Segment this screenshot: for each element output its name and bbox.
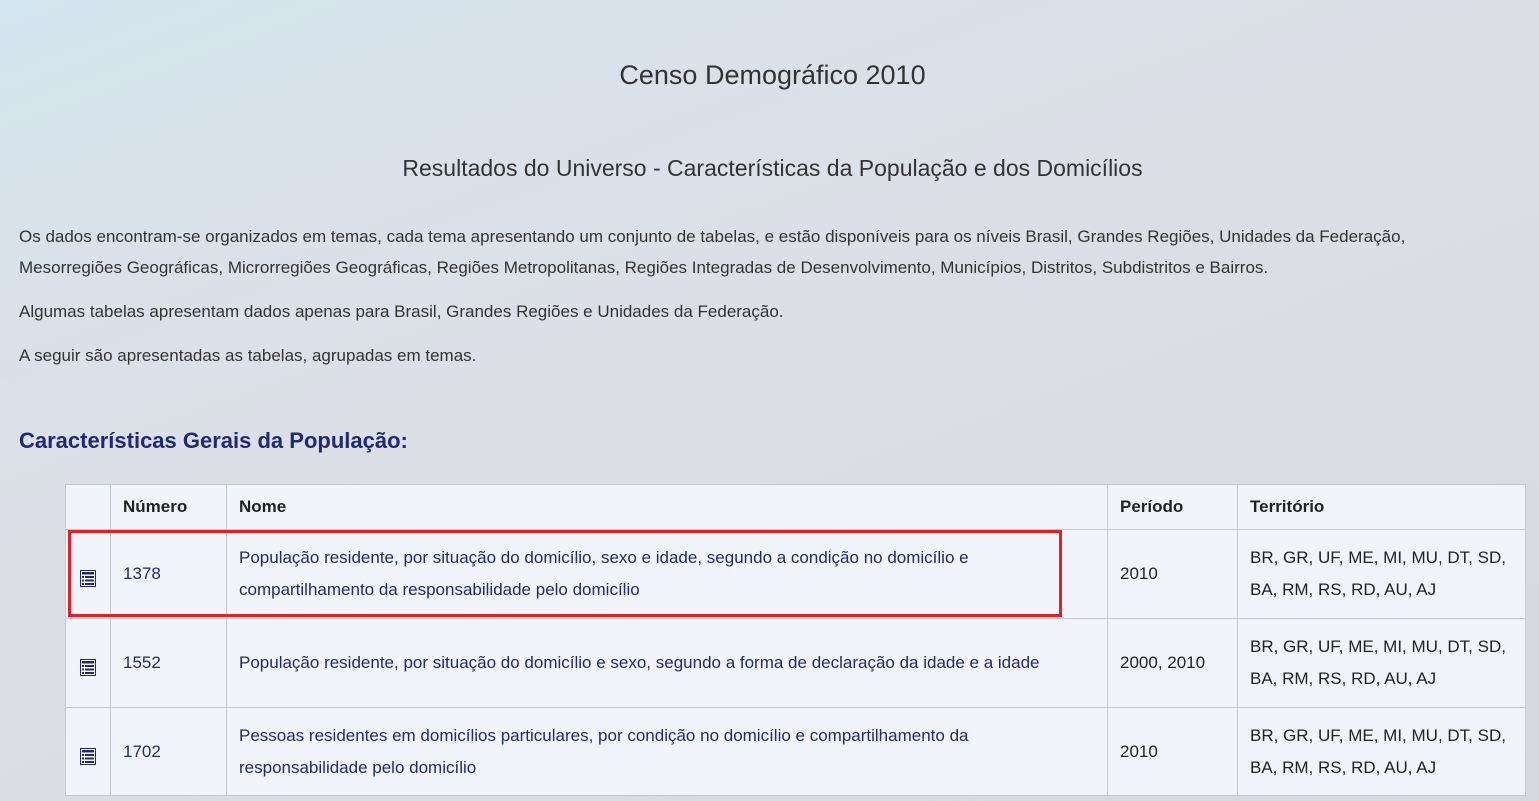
table-territory: BR, GR, UF, ME, MI, MU, DT, SD, BA, RM, … <box>1237 618 1526 708</box>
table-list-icon[interactable] <box>80 566 96 588</box>
column-header-period: Período <box>1107 484 1238 530</box>
table-list-icon[interactable] <box>80 655 96 677</box>
table-number[interactable]: 1552 <box>110 618 227 708</box>
column-header-icon <box>65 484 111 530</box>
tables-list: Número Nome Período Território 1378 Popu… <box>65 484 1526 796</box>
table-period: 2010 <box>1107 529 1238 619</box>
table-number[interactable]: 1702 <box>110 707 227 796</box>
intro-text: Os dados encontram-se organizados em tem… <box>19 221 1499 384</box>
section-heading: Características Gerais da População: <box>19 428 408 453</box>
table-header-row: Número Nome Período Território <box>65 484 1526 530</box>
table-row: 1552 População residente, por situação d… <box>65 618 1526 708</box>
table-row: 1378 População residente, por situação d… <box>65 529 1526 619</box>
table-list-icon[interactable] <box>80 744 96 765</box>
table-name-link[interactable]: População residente, por situação do dom… <box>239 653 1039 672</box>
table-row: 1702 Pessoas residentes em domicílios pa… <box>65 707 1526 796</box>
column-header-number: Número <box>110 484 227 530</box>
table-name-link[interactable]: Pessoas residentes em domicílios particu… <box>239 726 968 777</box>
intro-paragraph: Os dados encontram-se organizados em tem… <box>19 227 1406 277</box>
intro-paragraph: Algumas tabelas apresentam dados apenas … <box>19 302 784 321</box>
column-header-name: Nome <box>226 484 1108 530</box>
table-territory: BR, GR, UF, ME, MI, MU, DT, SD, BA, RM, … <box>1237 707 1526 796</box>
column-header-territory: Território <box>1237 484 1526 530</box>
table-number[interactable]: 1378 <box>110 529 227 619</box>
page-title: Censo Demográfico 2010 <box>619 60 926 90</box>
table-period: 2010 <box>1107 707 1238 796</box>
table-period: 2000, 2010 <box>1107 618 1238 708</box>
page-subtitle: Resultados do Universo - Características… <box>402 155 1143 181</box>
intro-paragraph: A seguir são apresentadas as tabelas, ag… <box>19 346 477 365</box>
table-territory: BR, GR, UF, ME, MI, MU, DT, SD, BA, RM, … <box>1237 529 1526 619</box>
table-name-link[interactable]: População residente, por situação do dom… <box>239 548 969 599</box>
